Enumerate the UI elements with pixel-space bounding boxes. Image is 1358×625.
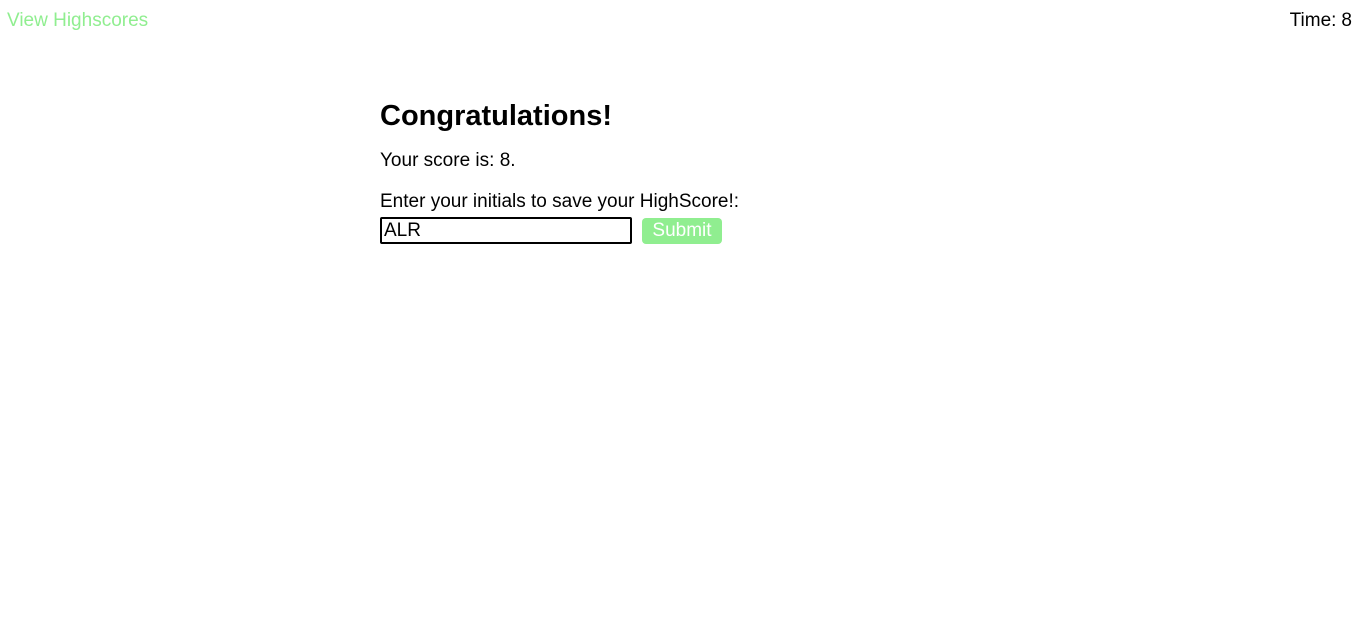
page-title: Congratulations! — [380, 100, 612, 132]
timer: Time: 8 — [1290, 10, 1352, 32]
initials-form: Submit — [380, 217, 980, 244]
score-suffix: . — [510, 150, 516, 171]
score-line: Your score is: 8. — [380, 150, 980, 172]
view-highscores-link[interactable]: View Highscores — [7, 10, 148, 32]
submit-button[interactable]: Submit — [642, 217, 722, 244]
score-label: Your score is: — [380, 150, 495, 171]
top-bar: View Highscores Time: 8 — [0, 0, 1358, 40]
score-value: 8 — [499, 150, 511, 171]
end-screen: Congratulations! Your score is: 8. Enter… — [380, 98, 980, 244]
timer-value: 8 — [1341, 10, 1352, 31]
initials-input[interactable] — [380, 217, 632, 244]
initials-prompt: Enter your initials to save your HighSco… — [380, 191, 740, 212]
timer-label: Time: — [1289, 10, 1337, 31]
